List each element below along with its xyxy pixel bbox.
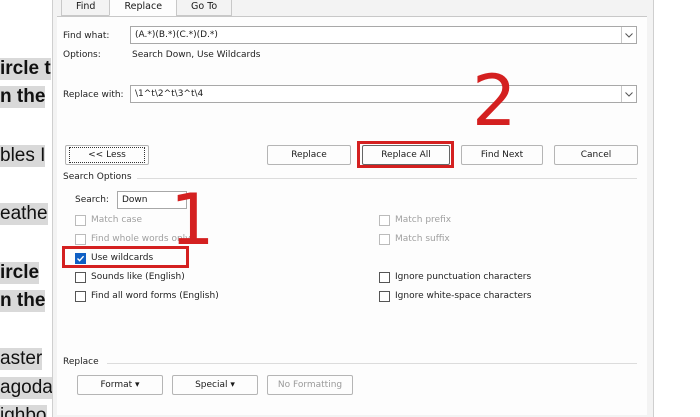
- find-what-value: (A.*)(B.*)(C.*)(D.*): [135, 30, 218, 40]
- tab-find[interactable]: Find: [61, 0, 111, 16]
- sounds-like-label: Sounds like (English): [91, 272, 185, 282]
- doc-text-line: n the: [0, 290, 46, 312]
- caret-down-icon: ▾: [135, 380, 140, 390]
- doc-text-line: aster: [0, 348, 43, 370]
- search-direction-label: Search:: [75, 195, 109, 205]
- step-2-annotation: 2: [472, 60, 517, 142]
- whole-words-checkbox[interactable]: [75, 234, 86, 245]
- no-formatting-button[interactable]: No Formatting: [267, 375, 353, 395]
- match-case-checkbox[interactable]: [75, 215, 86, 226]
- tab-bar: Find Replace Go To: [61, 0, 233, 16]
- doc-text-line: ighbo: [0, 405, 47, 417]
- caret-down-icon: ▾: [230, 380, 235, 390]
- search-options-title: Search Options: [63, 172, 132, 182]
- doc-text-line: agoda: [0, 377, 52, 399]
- window-right-edge: [652, 0, 700, 417]
- replace-with-input[interactable]: \1^t\2^t\3^t\4: [130, 85, 637, 103]
- doc-text-line: ircle: [0, 262, 40, 284]
- divider: [107, 363, 637, 364]
- replace-with-label: Replace with:: [63, 90, 124, 100]
- doc-text-line: bles I: [0, 145, 46, 167]
- match-prefix-label: Match prefix: [395, 215, 452, 225]
- ignore-punctuation-label: Ignore punctuation characters: [395, 272, 532, 282]
- chevron-down-icon[interactable]: [621, 86, 636, 102]
- find-what-label: Find what:: [63, 31, 110, 41]
- replace-button[interactable]: Replace: [267, 145, 351, 165]
- doc-text-line: n the: [0, 86, 46, 108]
- word-forms-label: Find all word forms (English): [91, 291, 219, 301]
- doc-text-line: ircle t: [0, 58, 51, 80]
- replace-with-value: \1^t\2^t\3^t\4: [135, 89, 204, 99]
- options-value: Search Down, Use Wildcards: [132, 50, 261, 60]
- ignore-whitespace-checkbox[interactable]: [379, 291, 390, 302]
- search-direction-value: Down: [122, 195, 148, 205]
- find-replace-dialog: Find Replace Go To Find what: (A.*)(B.*)…: [52, 0, 654, 417]
- document-background: ircle t n the bles I eathe ircle n the a…: [0, 0, 52, 417]
- match-prefix-checkbox[interactable]: [379, 215, 390, 226]
- options-label: Options:: [63, 50, 101, 60]
- sounds-like-checkbox[interactable]: [75, 272, 86, 283]
- replace-section-title: Replace: [63, 357, 99, 367]
- doc-text-line: eathe: [0, 203, 48, 225]
- chevron-down-icon[interactable]: [621, 27, 636, 43]
- tab-replace[interactable]: Replace: [109, 0, 178, 16]
- less-button[interactable]: << Less: [65, 145, 149, 165]
- ignore-punctuation-checkbox[interactable]: [379, 272, 390, 283]
- highlight-replace-all: [357, 141, 454, 168]
- format-button[interactable]: Format ▾: [77, 375, 163, 395]
- word-forms-checkbox[interactable]: [75, 291, 86, 302]
- ignore-whitespace-label: Ignore white-space characters: [395, 291, 532, 301]
- replace-panel: Find what: (A.*)(B.*)(C.*)(D.*) Options:…: [57, 16, 647, 415]
- find-what-input[interactable]: (A.*)(B.*)(C.*)(D.*): [130, 26, 637, 44]
- match-suffix-checkbox[interactable]: [379, 234, 390, 245]
- match-suffix-label: Match suffix: [395, 234, 450, 244]
- cancel-button[interactable]: Cancel: [554, 145, 638, 165]
- find-next-button[interactable]: Find Next: [461, 145, 543, 165]
- step-1-annotation: 1: [170, 179, 215, 261]
- special-button[interactable]: Special ▾: [172, 375, 258, 395]
- tab-go-to[interactable]: Go To: [176, 0, 233, 16]
- match-case-label: Match case: [91, 215, 143, 225]
